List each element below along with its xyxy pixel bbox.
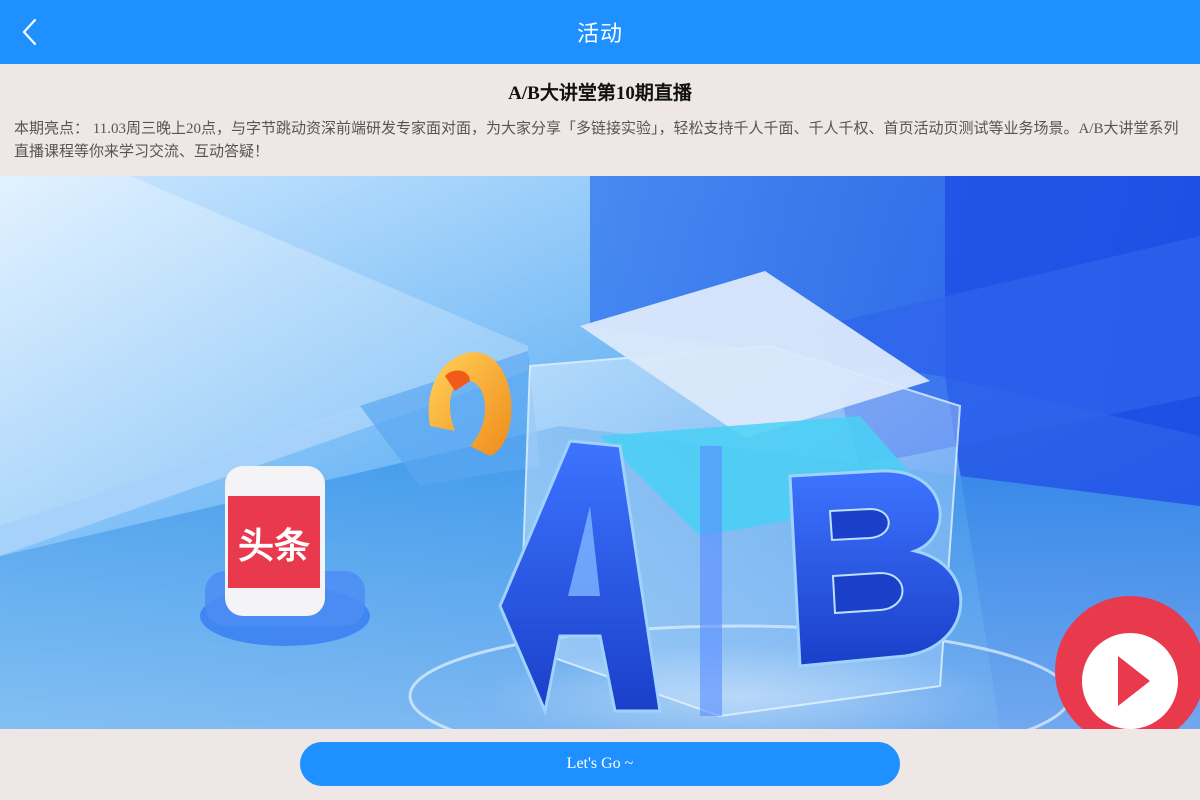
chevron-left-icon [22, 18, 37, 46]
activity-description: 本期亮点： 11.03周三晚上20点，与字节跳动资深前端研发专家面对面，为大家分… [14, 121, 1179, 160]
lets-go-button[interactable]: Let's Go ~ [300, 742, 900, 786]
activity-banner-image: 头条 [0, 176, 1200, 729]
top-nav-bar: 活动 [0, 0, 1200, 64]
page-title: 活动 [576, 22, 623, 47]
activity-title: A/B大讲堂第10期直播 [508, 83, 692, 104]
activity-info: A/B大讲堂第10期直播 本期亮点： 11.03周三晚上20点，与字节跳动资深前… [0, 64, 1200, 176]
back-button[interactable] [10, 12, 50, 52]
footer-bar: Let's Go ~ [0, 729, 1200, 800]
toutiao-badge-text: 头条 [238, 526, 310, 567]
